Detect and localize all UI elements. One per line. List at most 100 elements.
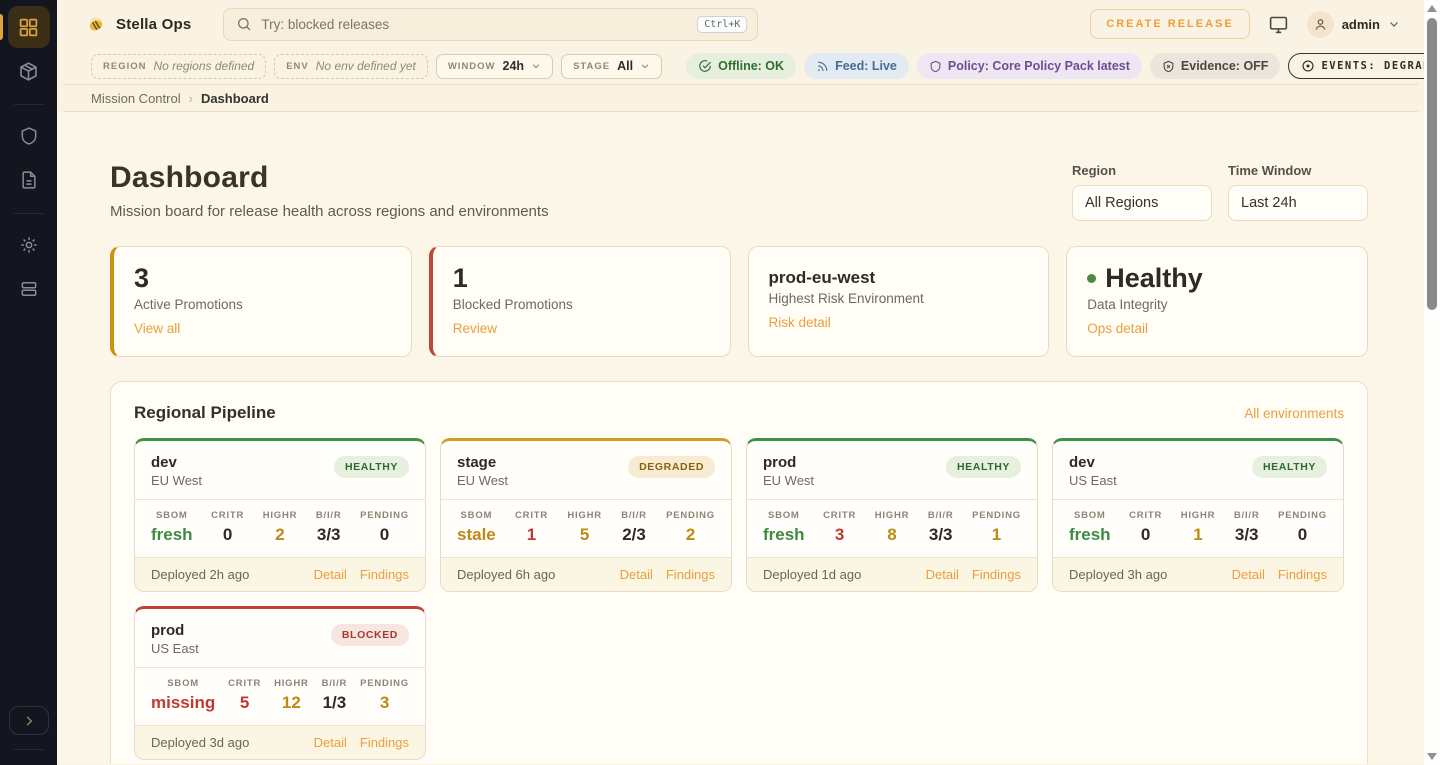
sidebar-item-infrastructure[interactable] bbox=[8, 268, 50, 310]
region-select[interactable]: All Regions bbox=[1072, 185, 1212, 221]
all-environments-link[interactable]: All environments bbox=[1244, 406, 1344, 421]
stage-filter-dropdown[interactable]: STAGE All bbox=[561, 54, 662, 79]
deployed-time: Deployed 6h ago bbox=[457, 567, 555, 582]
stat-label-bir: B/I/R bbox=[322, 678, 348, 689]
stat-value-bir: 1/3 bbox=[322, 693, 348, 713]
env-filter-label: ENV bbox=[286, 61, 309, 72]
username: admin bbox=[1342, 17, 1380, 32]
status-badge: HEALTHY bbox=[946, 456, 1021, 478]
time-window-select[interactable]: Last 24h bbox=[1228, 185, 1368, 221]
stat-value-bir: 3/3 bbox=[316, 525, 342, 545]
review-link[interactable]: Review bbox=[453, 321, 497, 336]
stat-value-pending: 3 bbox=[360, 693, 409, 713]
detail-link[interactable]: Detail bbox=[926, 567, 959, 582]
evidence-status-text: Evidence: OFF bbox=[1181, 59, 1269, 73]
stat-label-bir: B/I/R bbox=[621, 510, 647, 521]
region-filter-pill[interactable]: REGION No regions defined bbox=[91, 54, 266, 79]
view-all-link[interactable]: View all bbox=[134, 321, 180, 336]
environment-region: EU West bbox=[457, 473, 508, 488]
region-select-label: Region bbox=[1072, 163, 1212, 178]
sidebar-item-releases[interactable] bbox=[8, 50, 50, 92]
sidebar-item-dashboard[interactable] bbox=[8, 6, 50, 48]
breadcrumb-mission-control[interactable]: Mission Control bbox=[91, 91, 181, 106]
findings-link[interactable]: Findings bbox=[972, 567, 1021, 582]
scrollbar-up-arrow[interactable] bbox=[1427, 5, 1437, 12]
display-monitor-icon[interactable] bbox=[1268, 14, 1289, 35]
rss-icon bbox=[816, 60, 829, 73]
create-release-button[interactable]: CREATE RELEASE bbox=[1090, 9, 1249, 39]
feed-status-chip[interactable]: Feed: Live bbox=[804, 53, 909, 79]
stat-label-critr: CRITR bbox=[211, 510, 244, 521]
sidebar-divider bbox=[14, 104, 44, 105]
environment-name: prod bbox=[151, 622, 199, 639]
deployed-time: Deployed 1d ago bbox=[763, 567, 861, 582]
stat-label-pending: PENDING bbox=[1278, 510, 1327, 521]
brand-name: Stella Ops bbox=[116, 16, 191, 33]
chevron-right-icon: › bbox=[189, 91, 193, 106]
chevron-down-icon bbox=[531, 61, 541, 71]
stat-label-bir: B/I/R bbox=[316, 510, 342, 521]
detail-link[interactable]: Detail bbox=[620, 567, 653, 582]
stat-value-pending: 0 bbox=[360, 525, 409, 545]
page-subtitle: Mission board for release health across … bbox=[110, 203, 549, 220]
chevron-down-icon bbox=[1388, 18, 1400, 30]
user-menu[interactable]: admin bbox=[1307, 11, 1400, 38]
stat-value-highr: 5 bbox=[567, 525, 602, 545]
findings-link[interactable]: Findings bbox=[360, 567, 409, 582]
events-status-pill[interactable]: EVENTS: DEGRADED bbox=[1288, 53, 1440, 79]
regional-pipeline-panel: Regional Pipeline All environments dev E… bbox=[110, 381, 1368, 764]
stat-value-pending: 2 bbox=[666, 525, 715, 545]
brand: Stella Ops bbox=[85, 13, 191, 35]
environment-name: prod bbox=[763, 454, 814, 471]
detail-link[interactable]: Detail bbox=[1232, 567, 1265, 582]
page-scrollbar bbox=[1424, 0, 1440, 765]
search-input[interactable] bbox=[261, 17, 688, 32]
stat-label-pending: PENDING bbox=[360, 678, 409, 689]
offline-status-chip[interactable]: Offline: OK bbox=[686, 53, 796, 79]
evidence-status-chip[interactable]: Evidence: OFF bbox=[1150, 53, 1281, 79]
detail-link[interactable]: Detail bbox=[314, 567, 347, 582]
sidebar-expand-button[interactable] bbox=[9, 706, 49, 735]
page-title: Dashboard bbox=[110, 161, 549, 195]
stat-value-bir: 2/3 bbox=[621, 525, 647, 545]
findings-link[interactable]: Findings bbox=[666, 567, 715, 582]
active-promotions-label: Active Promotions bbox=[134, 297, 391, 312]
findings-link[interactable]: Findings bbox=[360, 735, 409, 750]
data-integrity-status: Healthy bbox=[1105, 263, 1203, 293]
sidebar-item-documents[interactable] bbox=[8, 159, 50, 201]
stat-value-critr: 3 bbox=[823, 525, 856, 545]
window-filter-dropdown[interactable]: WINDOW 24h bbox=[436, 54, 553, 79]
env-filter-value: No env defined yet bbox=[316, 59, 416, 73]
ops-detail-link[interactable]: Ops detail bbox=[1087, 321, 1148, 336]
sidebar-item-settings[interactable] bbox=[8, 224, 50, 266]
environment-region: EU West bbox=[763, 473, 814, 488]
global-search[interactable]: Ctrl+K bbox=[223, 8, 758, 41]
status-badge: DEGRADED bbox=[628, 456, 715, 478]
highest-risk-label: Highest Risk Environment bbox=[769, 291, 1029, 306]
stat-label-pending: PENDING bbox=[360, 510, 409, 521]
stat-value-sbom: fresh bbox=[151, 525, 193, 545]
stat-value-sbom: fresh bbox=[1069, 525, 1111, 545]
policy-status-chip[interactable]: Policy: Core Policy Pack latest bbox=[917, 53, 1142, 79]
sidebar-item-security[interactable] bbox=[8, 115, 50, 157]
context-bar: REGION No regions defined ENV No env def… bbox=[63, 48, 1418, 85]
detail-link[interactable]: Detail bbox=[314, 735, 347, 750]
environment-name: dev bbox=[1069, 454, 1117, 471]
environment-name: dev bbox=[151, 454, 202, 471]
time-window-select-label: Time Window bbox=[1228, 163, 1368, 178]
findings-link[interactable]: Findings bbox=[1278, 567, 1327, 582]
sidebar bbox=[0, 0, 57, 765]
environment-name: stage bbox=[457, 454, 508, 471]
risk-detail-link[interactable]: Risk detail bbox=[769, 315, 831, 330]
stat-label-critr: CRITR bbox=[515, 510, 548, 521]
scrollbar-thumb[interactable] bbox=[1427, 18, 1437, 310]
env-filter-pill[interactable]: ENV No env defined yet bbox=[274, 54, 428, 79]
pipeline-card-dev-eu-west: dev EU West HEALTHY SBOMfresh CRITR0 HIG… bbox=[134, 438, 426, 592]
active-promotions-card: 3 Active Promotions View all bbox=[110, 246, 412, 357]
pipeline-card-stage-eu-west: stage EU West DEGRADED SBOMstale CRITR1 … bbox=[440, 438, 732, 592]
top-bar: Stella Ops Ctrl+K CREATE RELEASE admin bbox=[57, 0, 1424, 48]
stat-label-critr: CRITR bbox=[823, 510, 856, 521]
record-dot-icon bbox=[1301, 59, 1315, 73]
server-stack-icon bbox=[19, 279, 39, 299]
scrollbar-down-arrow[interactable] bbox=[1427, 753, 1437, 760]
